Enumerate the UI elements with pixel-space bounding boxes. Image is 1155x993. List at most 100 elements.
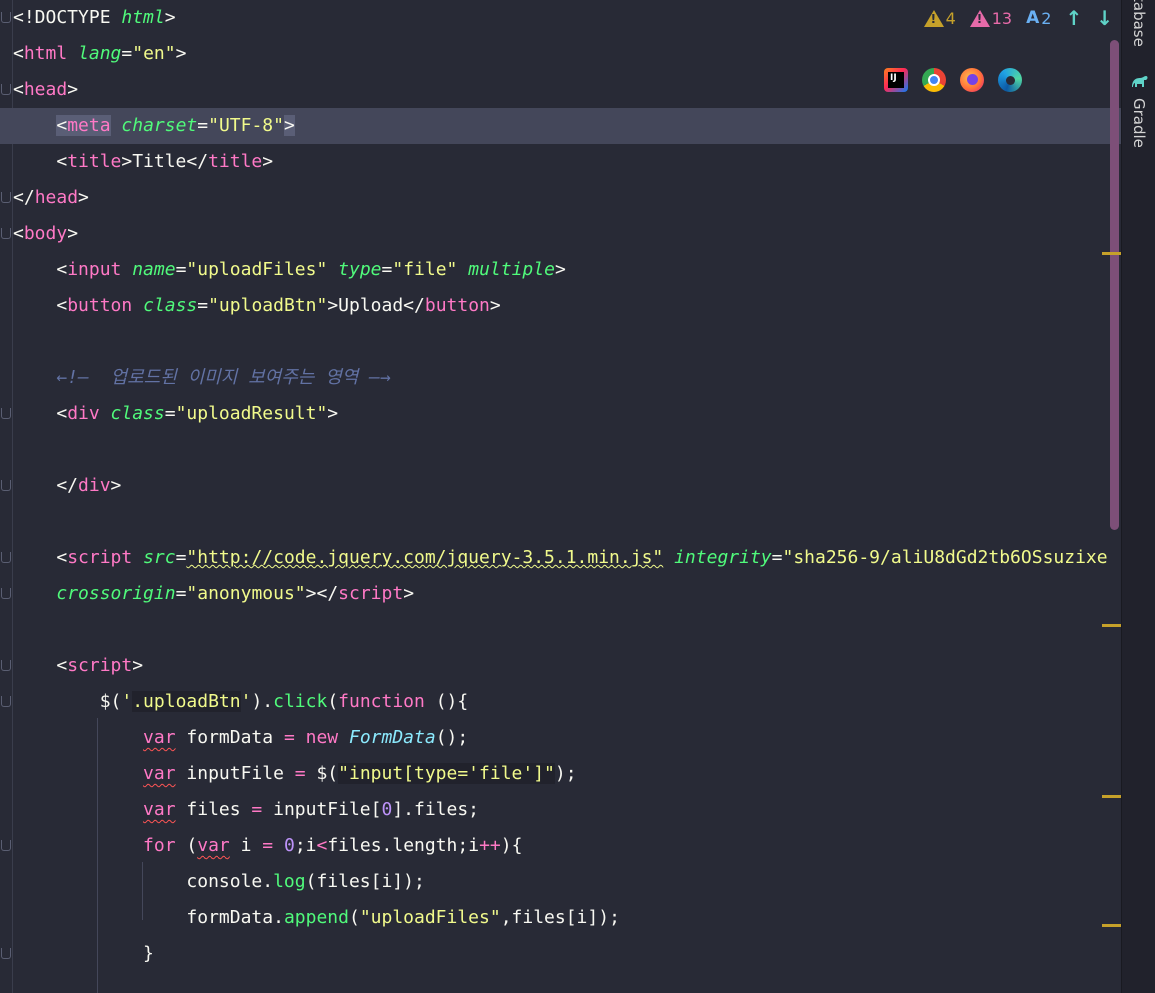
code-line[interactable]: var formData = new FormData(); (0, 720, 1121, 756)
code-line[interactable]: <meta charset="UTF-8"> (0, 108, 1121, 144)
code-token: integrity (674, 547, 772, 568)
code-token: > (175, 43, 187, 64)
code-line[interactable]: <input name="uploadFiles" type="file" mu… (0, 252, 1121, 288)
code-line[interactable]: formData.append("uploadFiles",files[i]); (0, 900, 1121, 936)
code-token: "en" (132, 43, 176, 64)
code-line[interactable]: </div> (0, 468, 1121, 504)
code-token: ></ (305, 583, 339, 604)
code-token: "file" (392, 259, 458, 280)
code-text: <input name="uploadFiles" type="file" mu… (13, 252, 565, 288)
code-line[interactable]: <script src="http://code.jquery.com/jque… (0, 540, 1121, 576)
code-text: <div class="uploadResult"> (13, 396, 338, 432)
code-line[interactable]: <body> (0, 216, 1121, 252)
code-editor[interactable]: <!DOCTYPE html> <html lang="en"> <head> <m… (0, 0, 1121, 993)
code-token: meta (67, 115, 111, 136)
intellij-icon[interactable]: IJ (884, 68, 908, 92)
warning-marker[interactable] (1102, 924, 1122, 927)
code-token: > (327, 403, 339, 424)
code-line[interactable]: var inputFile = $("input[type='file']"); (0, 756, 1121, 792)
next-highlight-arrow-down-icon[interactable]: ↓ (1096, 6, 1113, 30)
code-token: < (13, 655, 68, 676)
code-line[interactable]: crossorigin="anonymous"></script> (0, 576, 1121, 612)
code-token: </ (13, 187, 35, 208)
database-tab[interactable]: tabase (1130, 0, 1148, 47)
gradle-tab[interactable]: Gradle (1130, 98, 1148, 148)
errors-indicator[interactable]: ! 13 (969, 9, 1012, 28)
code-line[interactable]: var files = inputFile[0].files; (0, 792, 1121, 828)
code-token: > (67, 223, 79, 244)
code-line[interactable]: </head> (0, 180, 1121, 216)
code-token: < (316, 835, 328, 856)
previous-highlight-arrow-up-icon[interactable]: ↑ (1065, 6, 1082, 30)
code-token: script (67, 547, 133, 568)
code-text: <script src="http://code.jquery.com/jque… (13, 540, 1107, 576)
code-line[interactable]: for (var i = 0;i<files.length;i++){ (0, 828, 1121, 864)
warning-marker[interactable] (1102, 624, 1122, 627)
code-token: button (67, 295, 133, 316)
code-token: head (23, 79, 68, 100)
code-token: < (13, 43, 24, 64)
code-text: var files = inputFile[0].files; (13, 792, 479, 828)
code-token: body (23, 223, 68, 244)
code-line[interactable]: <title>Title</title> (0, 144, 1121, 180)
warning-icon: ! (923, 9, 944, 27)
scrollbar-thumb[interactable] (1110, 40, 1119, 530)
code-token: > (67, 79, 79, 100)
typos-count: 2 (1041, 8, 1052, 28)
code-line[interactable]: <html lang="en"> (0, 36, 1121, 72)
code-token: (); (435, 727, 469, 748)
code-line[interactable]: $('.uploadBtn').click(function (){ (0, 684, 1121, 720)
inspection-widget[interactable]: ! 4 ! 13 A 2 ↑ ↓ (923, 6, 1113, 30)
indent-guide (142, 862, 143, 920)
code-token: ++ (479, 835, 501, 856)
code-token: = (283, 727, 295, 748)
code-token: < (13, 547, 68, 568)
warnings-count: 4 (945, 8, 956, 28)
code-token: ].files; (392, 799, 480, 820)
code-token: = (197, 115, 209, 136)
code-line[interactable]: } (0, 936, 1121, 972)
code-token: </ (13, 475, 79, 496)
code-line[interactable] (0, 612, 1121, 648)
edge-icon[interactable] (998, 68, 1022, 92)
code-token: } (13, 943, 154, 964)
typos-indicator[interactable]: A 2 (1026, 8, 1051, 28)
chrome-icon[interactable] (922, 68, 946, 92)
code-token: "anonymous" (186, 583, 306, 604)
code-token: i (229, 835, 263, 856)
code-token: 0 (381, 799, 393, 820)
code-token: (files[i]); (305, 871, 425, 892)
code-line[interactable] (0, 432, 1121, 468)
code-line[interactable]: ←!— 업로드된 이미지 보여주는 영역 —→ (0, 360, 1121, 396)
warning-marker[interactable] (1102, 795, 1122, 798)
code-line[interactable]: <script> (0, 648, 1121, 684)
code-token: title (67, 151, 122, 172)
code-token: "http://code.jquery.com/jquery-3.5.1.min… (186, 547, 664, 568)
code-token: div (67, 403, 100, 424)
firefox-icon[interactable] (960, 68, 984, 92)
code-line[interactable]: console.log(files[i]); (0, 864, 1121, 900)
warning-marker[interactable] (1102, 252, 1122, 255)
code-token: ( (348, 907, 360, 928)
code-text: <!DOCTYPE html> (13, 0, 176, 36)
code-token: var (197, 835, 230, 856)
code-token: < (13, 79, 24, 100)
code-line[interactable] (0, 324, 1121, 360)
code-token: = (197, 295, 209, 316)
warnings-indicator[interactable]: ! 4 (923, 8, 956, 28)
code-line[interactable] (0, 504, 1121, 540)
code-token: > (110, 475, 122, 496)
code-line[interactable]: <div class="uploadResult"> (0, 396, 1121, 432)
code-token: ;i (294, 835, 317, 856)
code-token: = (251, 799, 263, 820)
code-token: lang (78, 43, 122, 64)
code-token: "input[type='file']" (338, 763, 555, 784)
code-token: $( (13, 691, 122, 712)
code-line[interactable]: <button class="uploadBtn">Upload</button… (0, 288, 1121, 324)
